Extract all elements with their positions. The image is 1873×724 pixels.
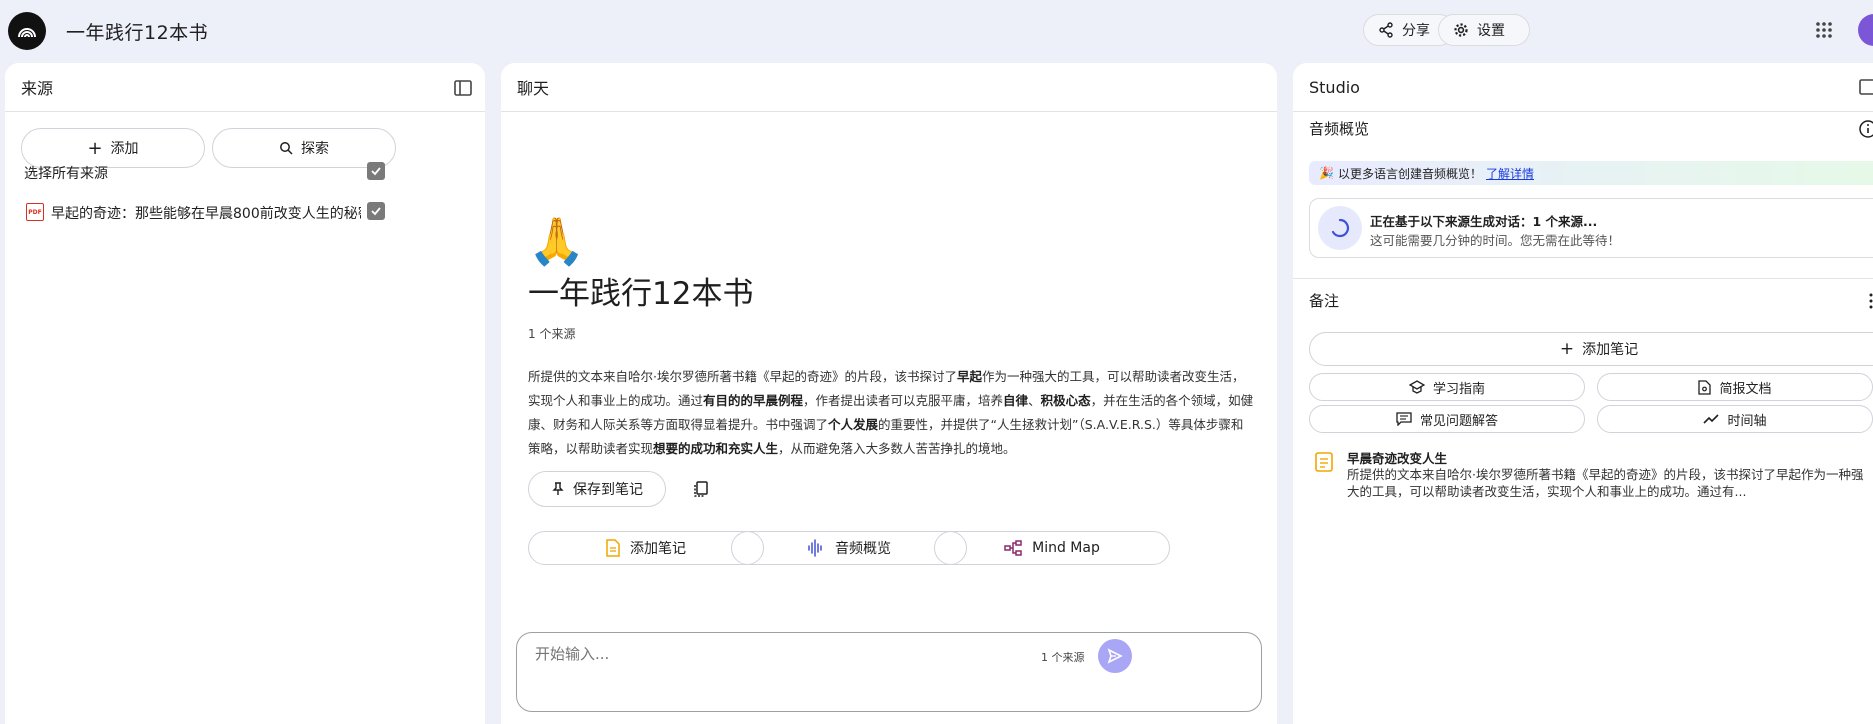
logo-icon [18,28,36,38]
faq-icon [1396,412,1412,426]
pin-icon [552,482,564,495]
mind-map-button[interactable]: Mind Map [934,531,1170,565]
select-all-checkbox[interactable] [367,162,385,180]
trend-line-icon [1703,414,1720,424]
share-icon [1379,22,1393,38]
audio-wave-icon [808,539,822,557]
chat-title: 聊天 [517,79,550,98]
audio-generating-card: 正在基于以下来源生成对话：1 个来源... 这可能需要几分钟的时间。您无需在此等… [1309,198,1873,258]
graduation-cap-icon [1408,380,1425,394]
note-icon [1315,452,1333,472]
faq-button[interactable]: 常见问题解答 [1309,405,1585,433]
apps-grid-icon[interactable] [1815,21,1833,39]
plus-icon: + [1559,339,1575,359]
settings-label: 设置 [1477,23,1505,39]
add-note-button[interactable]: + 添加笔记 [1309,332,1873,366]
language-promo-banner: 🎉 以更多语言创建音频概览！ 了解详情 [1309,161,1873,185]
note-list-item[interactable]: 早晨奇迹改变人生 所提供的文本来自哈尔·埃尔罗德所著书籍《早起的奇迹》的片段，该… [1309,446,1873,506]
add-source-button[interactable]: + 添加 [21,128,205,168]
chat-panel: 聊天 🙏 一年践行12本书 1 个来源 所提供的文本来自哈尔·埃尔罗德所著书籍《… [501,63,1277,724]
avatar[interactable] [1858,14,1873,46]
faq-label: 常见问题解答 [1419,413,1498,429]
section-divider [1293,278,1873,279]
chat-input-box: 1 个来源 [516,632,1262,712]
app-logo[interactable] [8,12,46,50]
mind-map-label: Mind Map [1032,540,1100,556]
study-guide-label: 学习指南 [1432,381,1485,397]
note-icon [606,539,620,557]
sources-title: 来源 [21,79,54,98]
more-menu-icon[interactable] [1868,293,1873,309]
studio-panel: Studio 音频概览 🎉 以更多语言创建音频概览！ 了解详情 正在基于以下来源… [1293,63,1873,724]
notebook-summary: 所提供的文本来自哈尔·埃尔罗德所著书籍《早起的奇迹》的片段，该书探讨了早起作为一… [528,369,1254,456]
top-bar: 一年践行12本书 分享 设置 [0,0,1873,62]
plus-icon: + [87,137,103,159]
chat-header: 聊天 [501,63,1277,112]
audio-overview-button[interactable]: 音频概览 [731,531,967,565]
studio-header: Studio [1293,63,1873,112]
source-count: 1 个来源 [528,327,576,341]
select-all-label: 选择所有来源 [24,166,108,182]
save-to-note-button[interactable]: 保存到笔记 [528,471,666,507]
audio-overview-label: 音频概览 [835,541,891,557]
sources-header: 来源 [5,63,485,112]
briefing-doc-button[interactable]: 简报文档 [1597,373,1873,401]
share-label: 分享 [1402,23,1430,39]
studio-title: Studio [1309,77,1360,97]
add-note-action-label: 添加笔记 [630,541,686,557]
promo-text: 以更多语言创建音频概览！ [1337,166,1482,181]
collapse-panel-icon[interactable] [453,78,473,98]
explore-label: 探索 [301,141,329,157]
add-note-action-button[interactable]: 添加笔记 [528,531,764,565]
search-sparkle-icon [280,142,293,155]
generating-subtitle: 这可能需要几分钟的时间。您无需在此等待！ [1370,233,1621,248]
source-item-checkbox[interactable] [367,202,385,220]
timeline-button[interactable]: 时间轴 [1597,405,1873,433]
audio-overview-title: 音频概览 [1309,120,1370,138]
page-title: 一年践行12本书 [528,276,754,312]
add-source-label: 添加 [110,141,139,157]
expand-panel-icon[interactable] [1859,78,1873,96]
notes-title: 备注 [1309,292,1340,310]
note-title: 早晨奇迹改变人生 [1347,451,1448,466]
generating-title: 正在基于以下来源生成对话：1 个来源... [1370,214,1598,229]
input-source-count: 1 个来源 [1041,651,1085,664]
pdf-icon: PDF [26,203,44,221]
check-icon [371,167,381,176]
briefing-doc-label: 简报文档 [1719,381,1772,397]
timeline-label: 时间轴 [1727,413,1767,429]
settings-button[interactable]: 设置 [1438,14,1530,46]
learn-more-link[interactable]: 了解详情 [1486,165,1534,182]
notebook-emoji: 🙏 [528,214,586,268]
save-to-note-label: 保存到笔记 [573,482,643,498]
sources-panel: 来源 + 添加 探索 选择所有来源 PDF 早起的奇迹：那些能够在早晨800前改… [5,63,485,724]
source-item-label: 早起的奇迹：那些能够在早晨800前改变人生的秘密 = Th... [51,206,361,222]
mind-map-icon [1004,540,1022,556]
check-icon [371,207,381,216]
add-note-label: 添加笔记 [1582,342,1639,358]
notebook-title-header[interactable]: 一年践行12本书 [66,18,208,45]
chat-input[interactable] [535,645,1015,663]
info-icon[interactable] [1858,119,1873,139]
loading-spinner-icon [1318,206,1362,250]
send-button[interactable] [1098,639,1132,673]
send-icon [1107,648,1123,664]
study-guide-button[interactable]: 学习指南 [1309,373,1585,401]
gear-icon [1454,23,1468,37]
party-icon: 🎉 [1319,166,1334,180]
note-preview: 所提供的文本来自哈尔·埃尔罗德所著书籍《早起的奇迹》的片段，该书探讨了早起作为一… [1347,467,1864,499]
copy-icon[interactable] [691,479,711,499]
document-icon [1698,379,1712,395]
